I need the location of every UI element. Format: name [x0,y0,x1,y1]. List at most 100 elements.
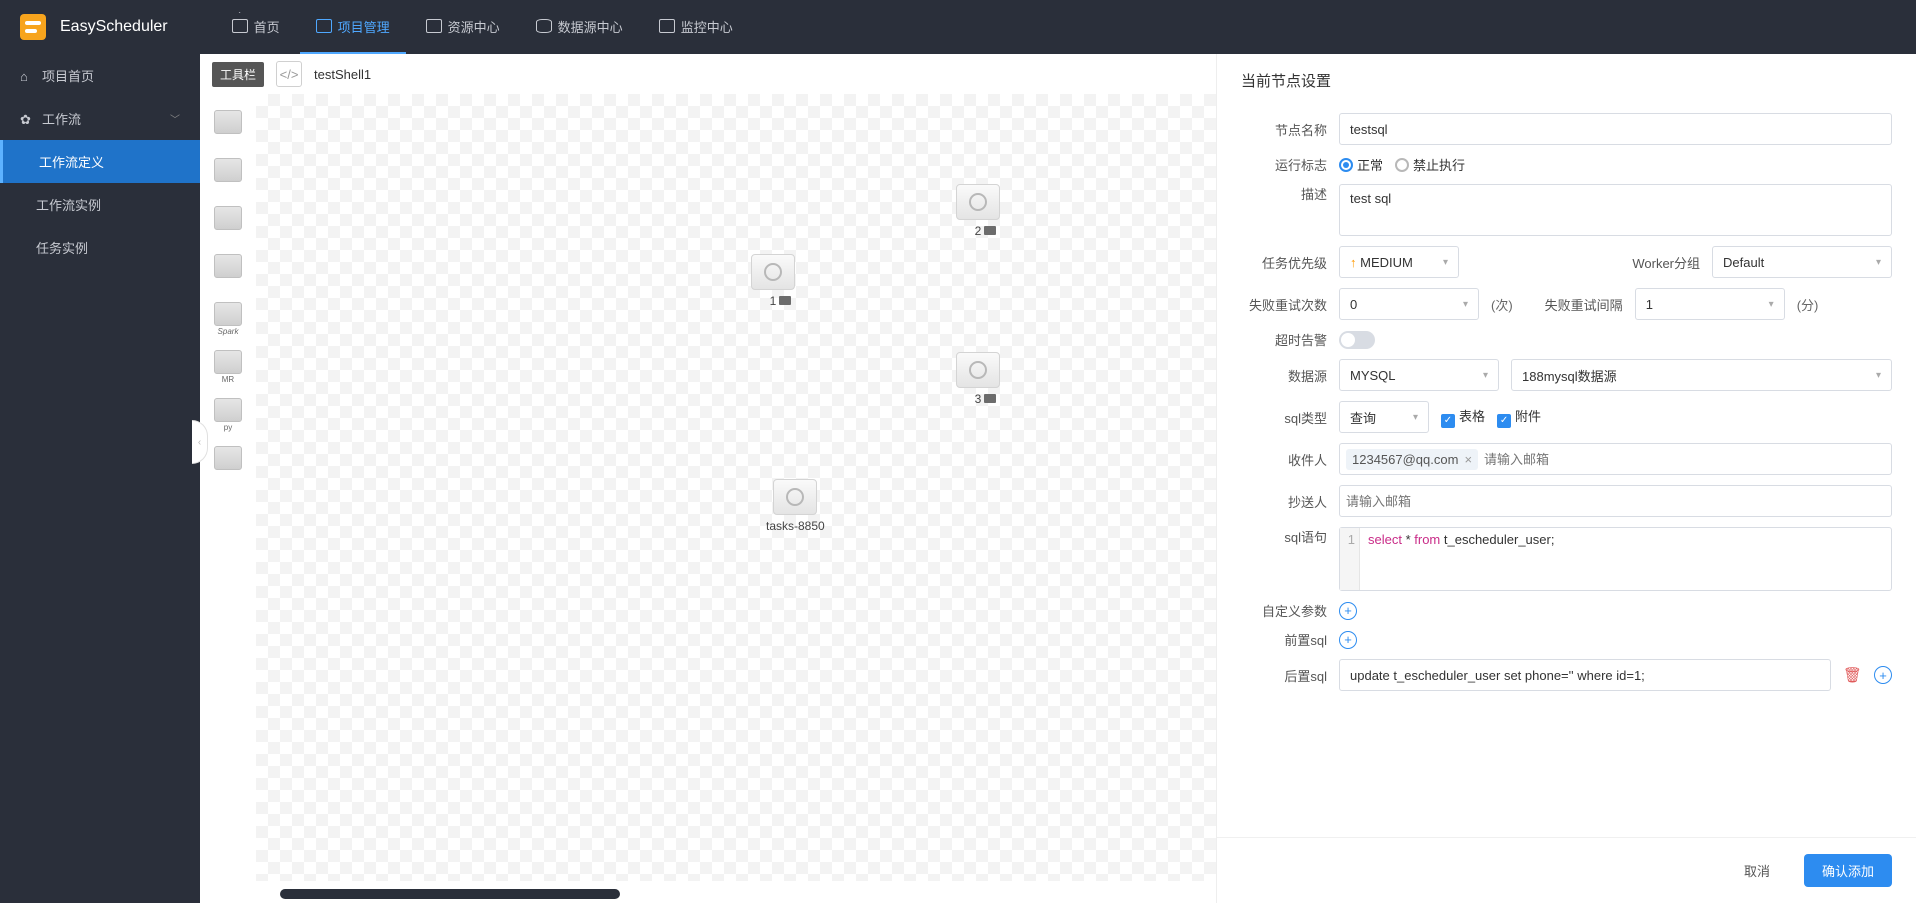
sidebar-label: 工作流定义 [39,152,104,171]
chevron-down-icon: ▾ [1443,257,1448,268]
app-title: EasyScheduler [60,18,168,36]
sidebar-item-project-home[interactable]: ⌂ 项目首页 [0,54,200,97]
tag-remove-icon[interactable]: × [1464,452,1472,467]
radio-off-icon [1395,158,1409,172]
sql-editor[interactable]: 1 select * from t_escheduler_user; [1339,527,1892,591]
project-icon [316,19,332,33]
label-recipient: 收件人 [1241,450,1327,469]
tool-spark[interactable]: Spark [208,294,248,334]
mr-icon [214,350,242,374]
database-icon [536,19,552,33]
nav-datasource[interactable]: 数据源中心 [520,0,639,54]
workflow-name: testShell1 [314,67,371,82]
tool-label: Spark [208,327,248,336]
line-number: 1 [1340,528,1360,590]
spark-icon [214,302,242,326]
tool-mr[interactable]: MR [208,342,248,382]
datasource-name-select[interactable]: 188mysql数据源▾ [1511,359,1892,391]
retry-interval-select[interactable]: 1▾ [1635,288,1785,320]
timeout-switch[interactable] [1339,331,1375,349]
cb-label: 附件 [1515,409,1541,424]
label-sql: sql语句 [1241,527,1327,546]
nav-resource-label: 资源中心 [448,17,500,36]
chevron-down-icon: ▾ [1876,370,1881,381]
node-label: 2 [975,224,982,238]
gear-icon [969,193,987,211]
recipient-input[interactable]: 1234567@qq.com× [1339,443,1892,475]
tool-shell[interactable] [208,102,248,142]
dag-node-tasks-8850[interactable]: tasks-8850 [766,479,825,533]
checkbox-attachment[interactable]: ✓附件 [1497,406,1541,428]
sidebar-item-task-inst[interactable]: 任务实例 [0,226,200,269]
cc-input[interactable] [1339,485,1892,517]
horizontal-scrollbar[interactable] [280,889,620,899]
dag-node-2[interactable]: 2 [956,184,1000,238]
dag-node-1[interactable]: 1 [751,254,795,308]
sidebar-item-workflow-inst[interactable]: 工作流实例 [0,183,200,226]
nav-home-label: 首页 [254,17,280,36]
worker-group-value: Default [1723,255,1764,270]
nav-monitor[interactable]: 监控中心 [643,0,749,54]
tool-subprocess[interactable] [208,150,248,190]
gear-icon [786,488,804,506]
add-post-sql-button[interactable]: + [1874,666,1892,684]
tool-dependent[interactable] [208,438,248,478]
desc-textarea[interactable]: test sql [1339,184,1892,236]
add-pre-sql-button[interactable]: + [1339,631,1357,649]
chevron-down-icon: ▾ [1463,299,1468,310]
ds-type-value: MYSQL [1350,368,1396,383]
nav-project[interactable]: 项目管理 [300,0,406,54]
label-sql-type: sql类型 [1241,408,1327,427]
radio-run-normal[interactable]: 正常 [1339,155,1383,174]
post-sql-input[interactable] [1339,659,1831,691]
confirm-button[interactable]: 确认添加 [1804,854,1892,887]
monitor-icon [659,19,675,33]
sidebar-item-workflow-def[interactable]: 工作流定义 [0,140,200,183]
node-name-input[interactable] [1339,113,1892,145]
label-custom-param: 自定义参数 [1241,601,1327,620]
shell-icon [214,110,242,134]
node-settings-panel: 当前节点设置 节点名称 运行标志 正常 禁止执行 描述 test sql 任务优… [1216,54,1916,903]
code-view-toggle[interactable]: </> [276,61,302,87]
add-param-button[interactable]: + [1339,602,1357,620]
sidebar-label: 项目首页 [42,66,94,85]
delete-icon[interactable]: 🗑 [1843,666,1862,684]
sql-type-value: 查询 [1350,408,1376,427]
nav-home[interactable]: 首页 [216,0,296,54]
node-label: 1 [770,294,777,308]
tool-label: MR [208,375,248,384]
retry-count-select[interactable]: 0▾ [1339,288,1479,320]
sidebar: ⌂ 项目首页 ✿工作流﹀ 工作流定义 工作流实例 任务实例 [0,54,200,903]
tool-procedure[interactable] [208,198,248,238]
sidebar-item-workflow[interactable]: ✿工作流﹀ [0,97,200,140]
tool-python[interactable]: py [208,390,248,430]
tool-sql[interactable] [208,246,248,286]
chevron-down-icon: ▾ [1413,412,1418,423]
python-icon [214,398,242,422]
workflow-editor: 工具栏 </> testShell1 Spark MR py 1 2 3 tas… [200,54,1216,903]
checkbox-table[interactable]: ✓表格 [1441,406,1485,428]
nav-monitor-label: 监控中心 [681,17,733,36]
sql-type-select[interactable]: 查询 ▾ [1339,401,1429,433]
label-datasource: 数据源 [1241,366,1327,385]
dependent-icon [214,446,242,470]
radio-label: 禁止执行 [1413,158,1465,173]
dag-canvas[interactable]: 1 2 3 tasks-8850 [256,94,1216,881]
worker-group-select[interactable]: Default▾ [1712,246,1892,278]
home-icon: ⌂ [20,69,34,83]
cc-text-input[interactable] [1346,494,1885,509]
radio-run-forbid[interactable]: 禁止执行 [1395,155,1465,174]
editor-header: 工具栏 </> testShell1 [200,54,1216,94]
retry-count-value: 0 [1350,297,1357,312]
recipient-text-input[interactable] [1484,452,1885,467]
check-icon: ✓ [1441,414,1455,428]
priority-value: MEDIUM [1360,255,1413,270]
nav-resource[interactable]: 资源中心 [410,0,516,54]
cancel-button[interactable]: 取消 [1726,854,1788,887]
dag-node-3[interactable]: 3 [956,352,1000,406]
procedure-icon [214,206,242,230]
tool-label: py [208,423,248,432]
chevron-down-icon: ▾ [1769,299,1774,310]
priority-select[interactable]: ↑ MEDIUM▾ [1339,246,1459,278]
datasource-type-select[interactable]: MYSQL▾ [1339,359,1499,391]
